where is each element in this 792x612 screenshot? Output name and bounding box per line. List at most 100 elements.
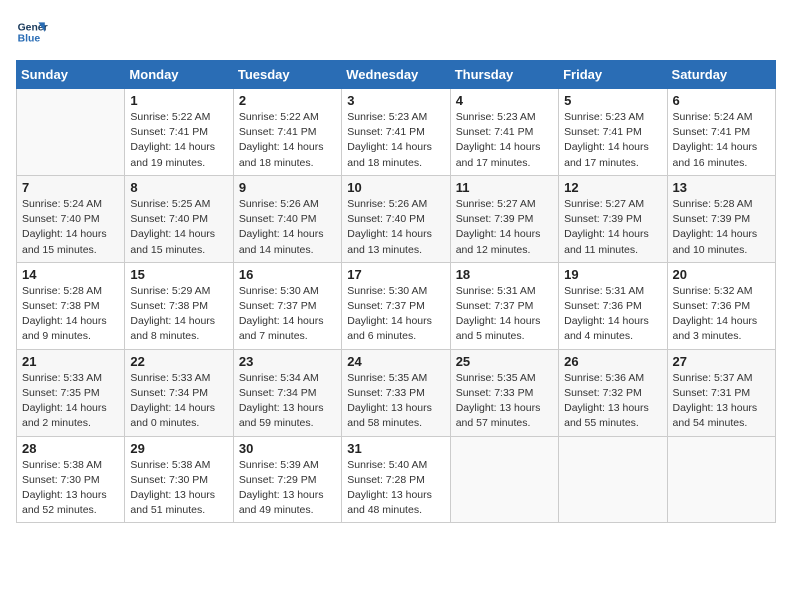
day-number: 13 (673, 180, 770, 195)
day-info: Sunrise: 5:28 AM Sunset: 7:38 PM Dayligh… (22, 284, 119, 345)
calendar-cell: 9Sunrise: 5:26 AM Sunset: 7:40 PM Daylig… (233, 175, 341, 262)
day-of-week-header: Monday (125, 61, 233, 89)
day-number: 17 (347, 267, 444, 282)
day-info: Sunrise: 5:33 AM Sunset: 7:35 PM Dayligh… (22, 371, 119, 432)
calendar-cell: 23 Sunrise: 5:34 AM Sunset: 7:34 PM Dayli… (233, 349, 341, 436)
calendar-cell (667, 436, 775, 523)
day-info: Sunrise: 5:31 AM Sunset: 7:36 PM Dayligh… (564, 284, 661, 345)
calendar-cell: 19 Sunrise: 5:31 AM Sunset: 7:36 PM Dayli… (559, 262, 667, 349)
calendar-week-row: 1 Sunrise: 5:22 AM Sunset: 7:41 PM Daylig… (17, 89, 776, 176)
day-number: 31 (347, 441, 444, 456)
page-header: General Blue (16, 16, 776, 48)
day-number: 4 (456, 93, 553, 108)
day-info: Sunrise: 5:34 AM Sunset: 7:34 PM Dayligh… (239, 371, 336, 432)
day-number: 24 (347, 354, 444, 369)
day-number: 9 (239, 180, 336, 195)
calendar-cell: 1 Sunrise: 5:22 AM Sunset: 7:41 PM Daylig… (125, 89, 233, 176)
day-info: Sunrise: 5:22 AM Sunset: 7:41 PM Dayligh… (130, 110, 227, 171)
day-info: Sunrise: 5:24 AM Sunset: 7:40 PM Dayligh… (22, 197, 119, 258)
calendar-cell: 10 Sunrise: 5:26 AM Sunset: 7:40 PM Dayli… (342, 175, 450, 262)
day-info: Sunrise: 5:29 AM Sunset: 7:38 PM Dayligh… (130, 284, 227, 345)
day-number: 19 (564, 267, 661, 282)
day-number: 7 (22, 180, 119, 195)
day-info: Sunrise: 5:23 AM Sunset: 7:41 PM Dayligh… (564, 110, 661, 171)
day-number: 14 (22, 267, 119, 282)
day-info: Sunrise: 5:32 AM Sunset: 7:36 PM Dayligh… (673, 284, 770, 345)
day-number: 16 (239, 267, 336, 282)
calendar-cell: 12Sunrise: 5:27 AM Sunset: 7:39 PM Dayli… (559, 175, 667, 262)
day-number: 23 (239, 354, 336, 369)
calendar-cell: 6Sunrise: 5:24 AM Sunset: 7:41 PM Daylig… (667, 89, 775, 176)
day-info: Sunrise: 5:39 AM Sunset: 7:29 PM Dayligh… (239, 458, 336, 519)
day-number: 12 (564, 180, 661, 195)
day-info: Sunrise: 5:35 AM Sunset: 7:33 PM Dayligh… (456, 371, 553, 432)
calendar-cell: 2 Sunrise: 5:22 AM Sunset: 7:41 PM Daylig… (233, 89, 341, 176)
calendar-header: SundayMondayTuesdayWednesdayThursdayFrid… (17, 61, 776, 89)
calendar-week-row: 28Sunrise: 5:38 AM Sunset: 7:30 PM Dayli… (17, 436, 776, 523)
calendar-cell: 26Sunrise: 5:36 AM Sunset: 7:32 PM Dayli… (559, 349, 667, 436)
calendar-cell: 31 Sunrise: 5:40 AM Sunset: 7:28 PM Dayli… (342, 436, 450, 523)
logo-icon: General Blue (16, 16, 48, 48)
calendar-cell: 21 Sunrise: 5:33 AM Sunset: 7:35 PM Dayli… (17, 349, 125, 436)
calendar-table: SundayMondayTuesdayWednesdayThursdayFrid… (16, 60, 776, 523)
day-info: Sunrise: 5:23 AM Sunset: 7:41 PM Dayligh… (456, 110, 553, 171)
calendar-cell (559, 436, 667, 523)
day-number: 22 (130, 354, 227, 369)
calendar-cell: 15Sunrise: 5:29 AM Sunset: 7:38 PM Dayli… (125, 262, 233, 349)
calendar-cell (17, 89, 125, 176)
day-info: Sunrise: 5:33 AM Sunset: 7:34 PM Dayligh… (130, 371, 227, 432)
calendar-cell: 25 Sunrise: 5:35 AM Sunset: 7:33 PM Dayli… (450, 349, 558, 436)
day-number: 20 (673, 267, 770, 282)
day-number: 18 (456, 267, 553, 282)
day-of-week-header: Friday (559, 61, 667, 89)
calendar-cell: 30Sunrise: 5:39 AM Sunset: 7:29 PM Dayli… (233, 436, 341, 523)
day-of-week-header: Thursday (450, 61, 558, 89)
day-number: 25 (456, 354, 553, 369)
day-number: 5 (564, 93, 661, 108)
calendar-cell: 17 Sunrise: 5:30 AM Sunset: 7:37 PM Dayli… (342, 262, 450, 349)
day-info: Sunrise: 5:30 AM Sunset: 7:37 PM Dayligh… (347, 284, 444, 345)
day-info: Sunrise: 5:26 AM Sunset: 7:40 PM Dayligh… (347, 197, 444, 258)
day-info: Sunrise: 5:27 AM Sunset: 7:39 PM Dayligh… (456, 197, 553, 258)
day-info: Sunrise: 5:38 AM Sunset: 7:30 PM Dayligh… (130, 458, 227, 519)
calendar-cell: 16Sunrise: 5:30 AM Sunset: 7:37 PM Dayli… (233, 262, 341, 349)
calendar-cell: 14 Sunrise: 5:28 AM Sunset: 7:38 PM Dayli… (17, 262, 125, 349)
calendar-cell: 28Sunrise: 5:38 AM Sunset: 7:30 PM Dayli… (17, 436, 125, 523)
day-info: Sunrise: 5:31 AM Sunset: 7:37 PM Dayligh… (456, 284, 553, 345)
day-info: Sunrise: 5:38 AM Sunset: 7:30 PM Dayligh… (22, 458, 119, 519)
calendar-cell: 18 Sunrise: 5:31 AM Sunset: 7:37 PM Dayli… (450, 262, 558, 349)
calendar-cell: 4 Sunrise: 5:23 AM Sunset: 7:41 PM Daylig… (450, 89, 558, 176)
header-row: SundayMondayTuesdayWednesdayThursdayFrid… (17, 61, 776, 89)
svg-text:Blue: Blue (18, 34, 41, 45)
calendar-week-row: 14 Sunrise: 5:28 AM Sunset: 7:38 PM Dayli… (17, 262, 776, 349)
logo: General Blue (16, 16, 52, 48)
day-number: 2 (239, 93, 336, 108)
day-number: 11 (456, 180, 553, 195)
day-info: Sunrise: 5:23 AM Sunset: 7:41 PM Dayligh… (347, 110, 444, 171)
day-number: 29 (130, 441, 227, 456)
day-number: 3 (347, 93, 444, 108)
day-info: Sunrise: 5:25 AM Sunset: 7:40 PM Dayligh… (130, 197, 227, 258)
day-of-week-header: Wednesday (342, 61, 450, 89)
day-number: 1 (130, 93, 227, 108)
calendar-week-row: 7 Sunrise: 5:24 AM Sunset: 7:40 PM Daylig… (17, 175, 776, 262)
day-number: 6 (673, 93, 770, 108)
calendar-cell: 22 Sunrise: 5:33 AM Sunset: 7:34 PM Dayli… (125, 349, 233, 436)
day-of-week-header: Saturday (667, 61, 775, 89)
calendar-cell: 7 Sunrise: 5:24 AM Sunset: 7:40 PM Daylig… (17, 175, 125, 262)
day-number: 21 (22, 354, 119, 369)
day-number: 8 (130, 180, 227, 195)
day-info: Sunrise: 5:28 AM Sunset: 7:39 PM Dayligh… (673, 197, 770, 258)
calendar-cell: 27Sunrise: 5:37 AM Sunset: 7:31 PM Dayli… (667, 349, 775, 436)
day-info: Sunrise: 5:22 AM Sunset: 7:41 PM Dayligh… (239, 110, 336, 171)
calendar-cell: 3 Sunrise: 5:23 AM Sunset: 7:41 PM Daylig… (342, 89, 450, 176)
calendar-cell: 5 Sunrise: 5:23 AM Sunset: 7:41 PM Daylig… (559, 89, 667, 176)
calendar-cell (450, 436, 558, 523)
calendar-cell: 13 Sunrise: 5:28 AM Sunset: 7:39 PM Dayli… (667, 175, 775, 262)
day-number: 10 (347, 180, 444, 195)
day-info: Sunrise: 5:40 AM Sunset: 7:28 PM Dayligh… (347, 458, 444, 519)
day-of-week-header: Sunday (17, 61, 125, 89)
calendar-cell: 8 Sunrise: 5:25 AM Sunset: 7:40 PM Daylig… (125, 175, 233, 262)
day-number: 27 (673, 354, 770, 369)
day-info: Sunrise: 5:36 AM Sunset: 7:32 PM Dayligh… (564, 371, 661, 432)
